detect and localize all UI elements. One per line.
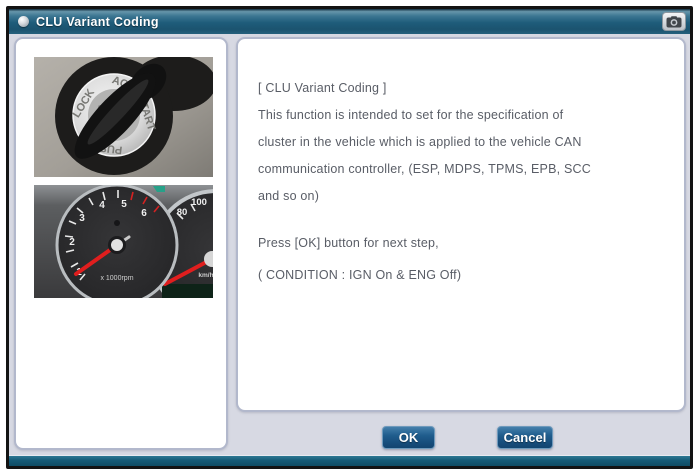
description-heading: [ CLU Variant Coding ] xyxy=(258,75,670,102)
description-line: cluster in the vehicle which is applied … xyxy=(258,129,670,156)
tachometer: 1 2 3 4 5 6 x 1000rpm xyxy=(57,185,177,298)
speedo-100: 100 xyxy=(191,197,207,208)
tach-5: 5 xyxy=(121,199,127,210)
camera-icon xyxy=(666,16,682,28)
clu-variant-coding-dialog: CLU Variant Coding xyxy=(6,6,693,469)
tach-2: 2 xyxy=(69,237,75,248)
screenshot-button[interactable] xyxy=(662,12,686,31)
bottom-status-bar xyxy=(9,455,690,466)
ignition-switch-photo: LOCK ACC START PUSH xyxy=(34,57,213,177)
description-panel: [ CLU Variant Coding ] This function is … xyxy=(236,37,686,412)
dialog-body: LOCK ACC START PUSH xyxy=(9,34,690,456)
tach-6: 6 xyxy=(141,208,147,219)
cancel-button[interactable]: Cancel xyxy=(497,426,553,449)
tach-3: 3 xyxy=(79,213,85,224)
image-panel: LOCK ACC START PUSH xyxy=(14,37,228,450)
ok-button[interactable]: OK xyxy=(382,426,435,449)
description-instruction: Press [OK] button for next step, xyxy=(258,230,670,257)
window-title: CLU Variant Coding xyxy=(36,15,159,29)
speedo-80: 80 xyxy=(177,207,188,218)
titlebar: CLU Variant Coding xyxy=(9,9,690,34)
description-line: communication controller, (ESP, MDPS, TP… xyxy=(258,156,670,183)
description-condition: ( CONDITION : IGN On & ENG Off) xyxy=(258,262,670,289)
speedo-unit: km/h xyxy=(198,272,213,279)
tach-4: 4 xyxy=(99,200,105,211)
app-sphere-icon xyxy=(18,16,29,27)
description-line: This function is intended to set for the… xyxy=(258,102,670,129)
description-line: and so on) xyxy=(258,183,670,210)
gauge-cluster-photo: 20 40 60 80 100 km/h xyxy=(34,185,213,298)
tach-unit: x 1000rpm xyxy=(100,275,133,282)
